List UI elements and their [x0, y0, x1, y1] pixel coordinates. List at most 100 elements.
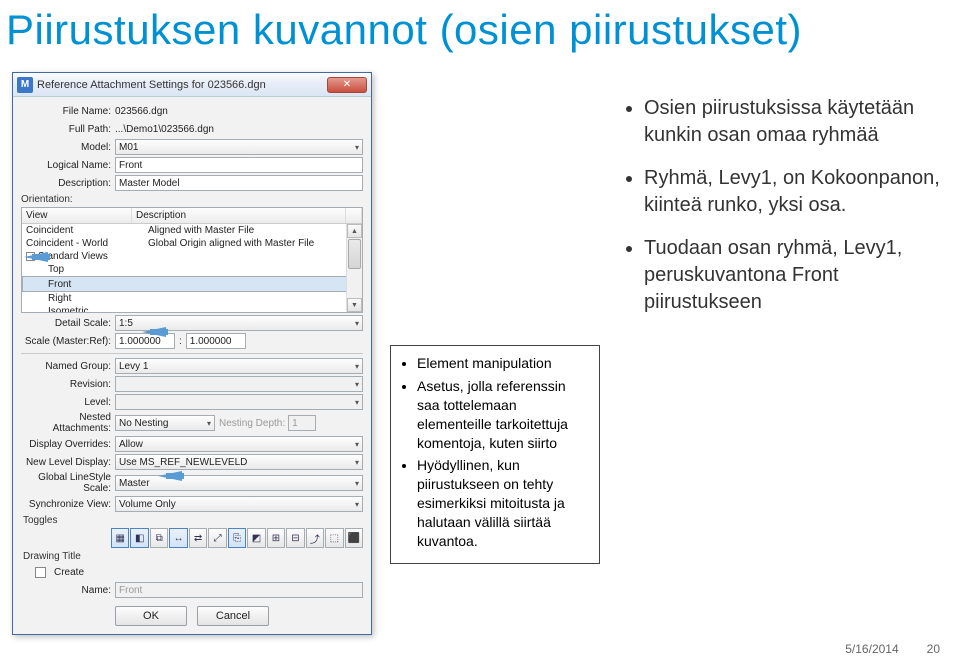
named-group-label: Named Group:: [21, 361, 111, 372]
list-item[interactable]: Top: [22, 263, 362, 276]
nesting-depth-input: 1: [288, 415, 316, 431]
description-input[interactable]: Master Model: [115, 175, 363, 191]
callout-bullet: Asetus, jolla referenssin saa tottelemaa…: [417, 377, 589, 453]
list-item-view: Isometric: [26, 306, 148, 312]
list-header-view[interactable]: View: [22, 208, 132, 223]
scale-colon: :: [179, 336, 182, 347]
new-level-display-select[interactable]: Use MS_REF_NEWLEVELD: [115, 454, 363, 470]
description-value: Master Model: [119, 178, 180, 189]
right-bullet: Osien piirustuksissa käytetään kunkin os…: [644, 95, 942, 149]
scale-ref-value: 1.000000: [190, 336, 232, 347]
sync-view-label: Synchronize View:: [21, 499, 111, 510]
toggle-icon[interactable]: ⇄: [189, 528, 207, 548]
global-linestyle-label: Global LineStyle Scale:: [21, 472, 111, 494]
callout-bullet: Hyödyllinen, kun piirustukseen on tehty …: [417, 456, 589, 550]
name-input: Front: [115, 582, 363, 598]
right-bullet: Ryhmä, Levy1, on Kokoonpanon, kiinteä ru…: [644, 165, 942, 219]
toggle-icon[interactable]: ◧: [130, 528, 148, 548]
callout-bullet: Element manipulation: [417, 354, 589, 373]
toggle-icon[interactable]: ⊟: [286, 528, 304, 548]
logical-name-label: Logical Name:: [21, 160, 111, 171]
file-name-label: File Name:: [21, 106, 111, 117]
list-item[interactable]: Right: [22, 292, 362, 305]
detail-scale-label: Detail Scale:: [21, 318, 111, 329]
slide-footer: 5/16/2014 20: [845, 642, 940, 656]
toggle-icon[interactable]: ⬚: [325, 528, 343, 548]
nesting-depth-label: Nesting Depth:: [219, 418, 285, 429]
list-scrollbar[interactable]: ▲ ▼: [346, 224, 362, 312]
display-overrides-label: Display Overrides:: [21, 439, 111, 450]
level-label: Level:: [21, 397, 111, 408]
scale-master-ref-label: Scale (Master:Ref):: [21, 336, 111, 347]
sync-view-select[interactable]: Volume Only: [115, 496, 363, 512]
close-icon: ✕: [343, 79, 351, 90]
list-item-view: Front: [26, 279, 148, 290]
toggle-icon[interactable]: ⎘: [228, 528, 246, 548]
model-value: M01: [119, 142, 138, 153]
reference-settings-dialog: M Reference Attachment Settings for 0235…: [12, 72, 372, 635]
scale-ref-input[interactable]: 1.000000: [186, 333, 246, 349]
list-item-group[interactable]: −Standard Views: [22, 250, 362, 263]
right-bullet: Tuodaan osan ryhmä, Levy1, peruskuvanton…: [644, 235, 942, 316]
ok-button[interactable]: OK: [115, 606, 187, 626]
list-item-view: Coincident - World: [26, 238, 148, 249]
toggle-icon[interactable]: ⧉: [150, 528, 168, 548]
scroll-down-icon[interactable]: ▼: [347, 298, 362, 312]
callout-box: Element manipulation Asetus, jolla refer…: [390, 345, 600, 564]
cancel-button[interactable]: Cancel: [197, 606, 269, 626]
dialog-buttons: OK Cancel: [21, 606, 363, 626]
nested-attachments-select[interactable]: No Nesting: [115, 415, 215, 431]
file-name-value: 023566.dgn: [115, 106, 363, 117]
name-value: Front: [119, 585, 142, 596]
list-item-desc: Aligned with Master File: [148, 225, 358, 236]
toggle-icon[interactable]: ⤢: [208, 528, 226, 548]
scroll-thumb[interactable]: [348, 239, 361, 269]
toggle-icon[interactable]: ◩: [247, 528, 265, 548]
detail-scale-value: 1:5: [119, 318, 133, 329]
create-label: Create: [54, 567, 84, 578]
scroll-up-icon[interactable]: ▲: [347, 224, 362, 238]
slide-title: Piirustuksen kuvannot (osien piirustukse…: [0, 0, 960, 66]
list-item[interactable]: Coincident - WorldGlobal Origin aligned …: [22, 237, 362, 250]
footer-page: 20: [927, 642, 940, 656]
list-header-description[interactable]: Description: [132, 208, 346, 223]
logical-name-input[interactable]: Front: [115, 157, 363, 173]
description-label: Description:: [21, 178, 111, 189]
separator: [21, 353, 363, 354]
list-item[interactable]: CoincidentAligned with Master File: [22, 224, 362, 237]
global-linestyle-select[interactable]: Master: [115, 475, 363, 491]
create-checkbox[interactable]: [35, 567, 46, 578]
list-header: View Description: [22, 208, 362, 224]
model-label: Model:: [21, 142, 111, 153]
display-overrides-select[interactable]: Allow: [115, 436, 363, 452]
orientation-listbox[interactable]: View Description CoincidentAligned with …: [21, 207, 363, 313]
dialog-titlebar[interactable]: M Reference Attachment Settings for 0235…: [13, 73, 371, 97]
orientation-label: Orientation:: [21, 194, 363, 205]
toggles-toolbar: ▦ ◧ ⧉ ↔ ⇄ ⤢ ⎘ ◩ ⊞ ⊟ ⤴ ⬚ ⬛: [111, 528, 363, 548]
toggle-element-manipulation-icon[interactable]: ↔: [169, 528, 187, 548]
dialog-title: Reference Attachment Settings for 023566…: [37, 79, 323, 91]
list-item-selected[interactable]: Front: [22, 276, 362, 292]
model-select[interactable]: M01: [115, 139, 363, 155]
new-level-display-label: New Level Display:: [21, 457, 111, 468]
list-item[interactable]: Isometric: [22, 305, 362, 312]
name-label: Name:: [21, 585, 111, 596]
close-button[interactable]: ✕: [327, 77, 367, 93]
toggle-icon[interactable]: ⊞: [267, 528, 285, 548]
nested-attachments-value: No Nesting: [119, 418, 168, 429]
full-path-value: ...\Demo1\023566.dgn: [115, 124, 363, 135]
named-group-select[interactable]: Levy 1: [115, 358, 363, 374]
new-level-display-value: Use MS_REF_NEWLEVELD: [119, 457, 247, 468]
arrow-front-pointer-icon: [24, 252, 48, 262]
display-overrides-value: Allow: [119, 439, 143, 450]
toggle-icon[interactable]: ▦: [111, 528, 129, 548]
dialog-content: File Name:023566.dgn Full Path:...\Demo1…: [13, 97, 371, 634]
toggle-icon[interactable]: ⤴: [306, 528, 324, 548]
right-bullets: Osien piirustuksissa käytetään kunkin os…: [622, 95, 942, 334]
revision-label: Revision:: [21, 379, 111, 390]
list-item-view: Right: [26, 293, 148, 304]
toggle-icon[interactable]: ⬛: [345, 528, 363, 548]
level-select: [115, 394, 363, 410]
drawing-title-label: Drawing Title: [23, 551, 363, 562]
list-header-spacer: [346, 208, 362, 223]
